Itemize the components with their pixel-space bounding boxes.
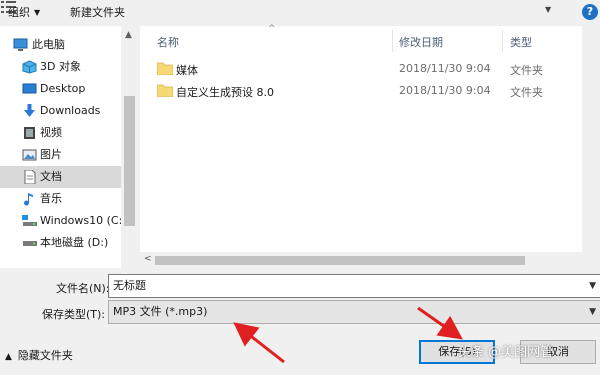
column-header-name[interactable]: 名称 <box>157 34 179 50</box>
videos-icon <box>24 127 35 139</box>
help-button[interactable]: ? <box>582 4 598 20</box>
list-horizontal-scrollbar[interactable]: < <box>140 252 582 268</box>
view-dropdown-icon[interactable]: ▼ <box>545 5 551 14</box>
3d-objects-icon <box>22 60 37 74</box>
nav-label: 3D 对象 <box>40 60 81 73</box>
nav-item-drive-c[interactable]: Windows10 (C: <box>0 210 121 232</box>
drive-c-icon <box>22 215 37 226</box>
filename-label: 文件名(N): <box>56 282 110 295</box>
nav-item-documents[interactable]: 文档 <box>0 166 121 188</box>
hide-folders-toggle[interactable]: ▲ 隐藏文件夹 <box>5 347 73 363</box>
file-name: 媒体 <box>176 64 198 77</box>
nav-label: 本地磁盘 (D:) <box>40 236 109 249</box>
filename-input[interactable]: 无标题 ▼ <box>108 274 600 298</box>
nav-label: Windows10 (C: <box>40 214 121 227</box>
save-button[interactable]: 保存(S) <box>419 340 495 364</box>
file-type: 文件夹 <box>510 86 543 99</box>
chevron-down-icon[interactable]: ▼ <box>589 275 596 297</box>
new-folder-button[interactable]: 新建文件夹 <box>70 5 125 21</box>
scroll-up-icon[interactable]: ▲ <box>125 30 132 40</box>
nav-item-drive-d[interactable]: 本地磁盘 (D:) <box>0 232 121 254</box>
chevron-down-icon: ▼ <box>34 8 41 17</box>
folder-icon <box>157 84 173 97</box>
toolbar: 组织 ▼ 新建文件夹 ▼ ? <box>0 0 600 26</box>
file-list: ^ 名称 修改日期 类型 媒体 2018/11/30 9:04 文件夹 自定义生… <box>140 24 600 268</box>
nav-scroll-thumb[interactable] <box>124 96 135 226</box>
nav-label: 图片 <box>40 148 62 161</box>
nav-scrollbar[interactable]: ▲ <box>121 26 138 268</box>
folder-icon <box>157 62 173 75</box>
file-type: 文件夹 <box>510 64 543 77</box>
filetype-label: 保存类型(T): <box>42 308 106 321</box>
filename-value: 无标题 <box>113 279 146 292</box>
nav-item-downloads[interactable]: Downloads <box>0 100 121 122</box>
file-date: 2018/11/30 9:04 <box>399 84 491 97</box>
filetype-value: MP3 文件 (*.mp3) <box>113 305 208 318</box>
column-header-type[interactable]: 类型 <box>510 34 532 50</box>
nav-item-desktop[interactable]: Desktop <box>0 78 121 100</box>
filetype-select[interactable]: MP3 文件 (*.mp3) ▼ <box>108 300 600 324</box>
nav-label: Desktop <box>40 82 86 95</box>
this-pc-icon <box>13 38 28 51</box>
music-icon <box>24 193 33 206</box>
organize-menu-button[interactable]: 组织 ▼ <box>8 5 40 21</box>
navigation-pane: 此电脑 3D 对象 Desktop Downloads 视频 图片 文档 音乐 … <box>0 26 138 268</box>
column-header-date[interactable]: 修改日期 <box>399 34 443 50</box>
organize-label: 组织 <box>8 6 30 19</box>
nav-label: 文档 <box>40 170 62 183</box>
sort-ascending-icon: ^ <box>268 24 276 34</box>
nav-item-pictures[interactable]: 图片 <box>0 144 121 166</box>
list-vertical-scrollbar[interactable] <box>582 26 600 252</box>
nav-label: 视频 <box>40 126 62 139</box>
file-date: 2018/11/30 9:04 <box>399 62 491 75</box>
drive-d-icon <box>23 241 37 246</box>
file-name: 自定义生成预设 8.0 <box>176 86 274 99</box>
nav-label: 音乐 <box>40 192 62 205</box>
chevron-down-icon[interactable]: ▼ <box>589 301 596 323</box>
nav-item-music[interactable]: 音乐 <box>0 188 121 210</box>
horizontal-scroll-thumb[interactable] <box>155 256 525 265</box>
downloads-icon <box>24 104 35 117</box>
nav-item-3d-objects[interactable]: 3D 对象 <box>0 56 121 78</box>
column-divider[interactable] <box>502 30 503 52</box>
cancel-button[interactable]: 取消 <box>520 340 596 364</box>
file-row[interactable]: 媒体 2018/11/30 9:04 文件夹 <box>140 58 580 80</box>
scroll-corner <box>582 252 600 268</box>
scroll-left-icon[interactable]: < <box>144 254 152 264</box>
file-row[interactable]: 自定义生成预设 8.0 2018/11/30 9:04 文件夹 <box>140 80 580 102</box>
column-divider[interactable] <box>392 30 393 52</box>
nav-item-videos[interactable]: 视频 <box>0 122 121 144</box>
nav-item-this-pc[interactable]: 此电脑 <box>0 34 121 56</box>
documents-icon <box>24 170 36 184</box>
nav-label: 此电脑 <box>32 38 65 51</box>
hide-folders-label: 隐藏文件夹 <box>17 349 73 362</box>
chevron-up-icon: ▲ <box>5 352 12 362</box>
pictures-icon <box>22 149 37 161</box>
desktop-icon <box>22 83 37 94</box>
nav-label: Downloads <box>40 104 101 117</box>
arrow-to-filetype <box>233 322 285 364</box>
